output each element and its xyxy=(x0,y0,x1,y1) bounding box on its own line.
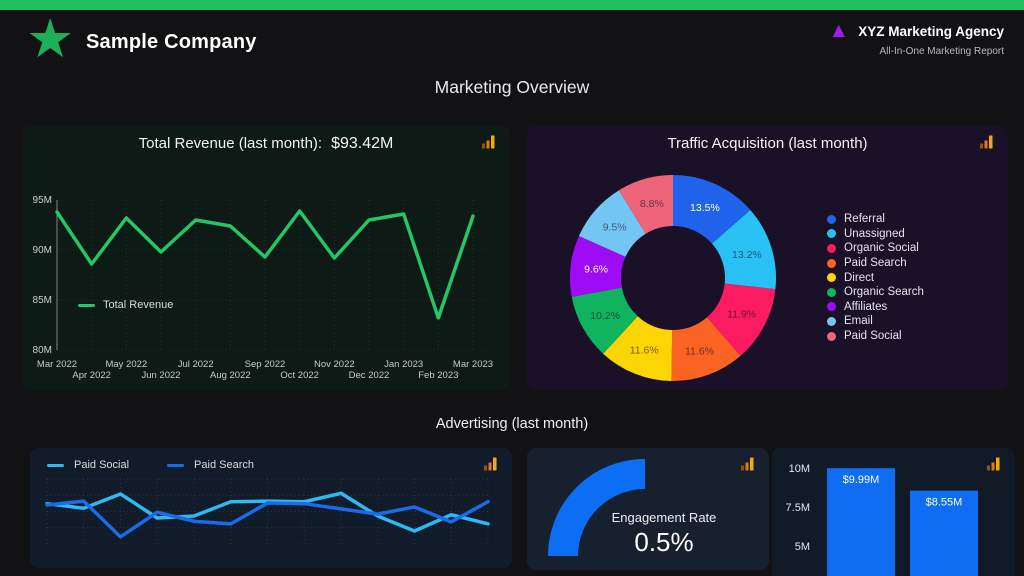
svg-text:13.5%: 13.5% xyxy=(690,202,720,214)
svg-text:Mar 2023: Mar 2023 xyxy=(453,359,493,370)
engagement-rate-label: Engagement Rate xyxy=(567,510,761,525)
advertising-spend-bar-chart[interactable]: 10M 7.5M 5M $9.99M $8.55M xyxy=(772,448,1015,576)
svg-text:85M: 85M xyxy=(33,295,52,306)
legend-label: Referral xyxy=(844,213,885,225)
advertising-section-title: Advertising (last month) xyxy=(0,416,1024,432)
svg-text:80M: 80M xyxy=(33,345,52,356)
svg-text:$9.99M: $9.99M xyxy=(843,474,880,486)
total-revenue-panel: Total Revenue (last month):$93.42M Total… xyxy=(22,126,510,390)
advertising-spend-panel: 10M 7.5M 5M $9.99M $8.55M xyxy=(772,448,1015,576)
svg-text:95M: 95M xyxy=(33,195,52,206)
legend-dot-icon xyxy=(827,288,836,297)
agency-name: XYZ Marketing Agency xyxy=(858,24,1004,39)
svg-text:9.6%: 9.6% xyxy=(584,263,608,275)
legend-dot-icon xyxy=(827,273,836,282)
dashboard: ★ Sample Company ▲ XYZ Marketing Agency … xyxy=(0,0,1024,576)
svg-text:13.2%: 13.2% xyxy=(732,249,762,261)
legend-item-unassigned: Unassigned xyxy=(827,227,924,242)
svg-text:10.2%: 10.2% xyxy=(590,310,620,322)
svg-text:10M: 10M xyxy=(789,463,810,475)
legend-label: Direct xyxy=(844,272,874,284)
legend-item-direct: Direct xyxy=(827,270,924,285)
svg-text:Dec 2022: Dec 2022 xyxy=(349,370,390,381)
top-accent-bar xyxy=(0,0,1024,10)
svg-text:7.5M: 7.5M xyxy=(786,502,810,514)
svg-text:Apr 2022: Apr 2022 xyxy=(72,370,111,381)
legend-item-paid-search: Paid Search xyxy=(827,256,924,271)
traffic-acquisition-donut-chart[interactable]: 13.5% 13.2% 11.9% 11.6% 11.6% 10.2% 9.6% 9.5% 8.… xyxy=(527,126,1008,389)
svg-text:Oct 2022: Oct 2022 xyxy=(280,370,319,381)
advertising-line-chart[interactable] xyxy=(30,448,512,568)
page-title: Marketing Overview xyxy=(0,77,1024,98)
legend-dot-icon xyxy=(827,332,836,341)
svg-text:Sep 2022: Sep 2022 xyxy=(245,359,286,370)
legend-item-email: Email xyxy=(827,314,924,329)
legend-dot-icon xyxy=(827,215,836,224)
company-name: Sample Company xyxy=(86,31,257,54)
svg-text:Jan 2023: Jan 2023 xyxy=(384,359,423,370)
legend-item-affiliates: Affiliates xyxy=(827,300,924,315)
svg-text:Aug 2022: Aug 2022 xyxy=(210,370,251,381)
legend-label: Paid Social xyxy=(844,330,902,342)
legend-item-paid-social: Paid Social xyxy=(827,329,924,344)
legend-item-organic-search: Organic Search xyxy=(827,285,924,300)
svg-text:11.6%: 11.6% xyxy=(685,345,714,357)
engagement-rate-value: 0.5% xyxy=(567,527,761,558)
legend-label: Paid Search xyxy=(844,257,907,269)
legend-label: Organic Search xyxy=(844,286,924,298)
agency-subtitle: All-In-One Marketing Report xyxy=(828,46,1004,57)
legend-item-referral: Referral xyxy=(827,212,924,227)
svg-text:Jun 2022: Jun 2022 xyxy=(141,370,180,381)
traffic-acquisition-panel: Traffic Acquisition (last month) 13.5%13… xyxy=(527,126,1008,389)
total-revenue-line-chart[interactable]: 95M 90M 85M 80M Mar 2022Apr 2022May 2022Jun … xyxy=(22,126,510,390)
engagement-rate-text: Engagement Rate 0.5% xyxy=(567,510,761,558)
legend-dot-icon xyxy=(827,244,836,253)
agency-block: ▲ XYZ Marketing Agency All-In-One Market… xyxy=(828,21,1004,57)
advertising-lines-panel: Paid Social Paid Search xyxy=(30,448,512,568)
legend-dot-icon xyxy=(827,317,836,326)
svg-text:Mar 2022: Mar 2022 xyxy=(37,359,77,370)
svg-text:Nov 2022: Nov 2022 xyxy=(314,359,355,370)
svg-text:8.8%: 8.8% xyxy=(640,198,664,210)
svg-text:May 2022: May 2022 xyxy=(105,359,147,370)
svg-text:Feb 2023: Feb 2023 xyxy=(418,370,458,381)
svg-text:11.9%: 11.9% xyxy=(727,308,756,320)
svg-text:Jul 2022: Jul 2022 xyxy=(178,359,214,370)
legend-item-organic-social: Organic Social xyxy=(827,241,924,256)
legend-label: Organic Social xyxy=(844,242,919,254)
legend-dot-icon xyxy=(827,259,836,268)
legend-label: Affiliates xyxy=(844,301,887,313)
legend-dot-icon xyxy=(827,229,836,238)
legend-dot-icon xyxy=(827,302,836,311)
svg-text:90M: 90M xyxy=(33,245,52,256)
svg-text:9.5%: 9.5% xyxy=(603,221,627,233)
traffic-acquisition-legend: Referral Unassigned Organic Social Paid Sea… xyxy=(827,212,924,343)
svg-text:$8.55M: $8.55M xyxy=(926,497,963,509)
svg-text:5M: 5M xyxy=(795,541,810,553)
engagement-rate-panel: Engagement Rate 0.5% xyxy=(527,448,769,570)
legend-label: Unassigned xyxy=(844,228,905,240)
legend-label: Email xyxy=(844,315,873,327)
company-logo-star-icon: ★ xyxy=(26,12,74,66)
svg-text:11.6%: 11.6% xyxy=(630,344,659,356)
agency-logo-triangle-icon: ▲ xyxy=(828,20,849,41)
